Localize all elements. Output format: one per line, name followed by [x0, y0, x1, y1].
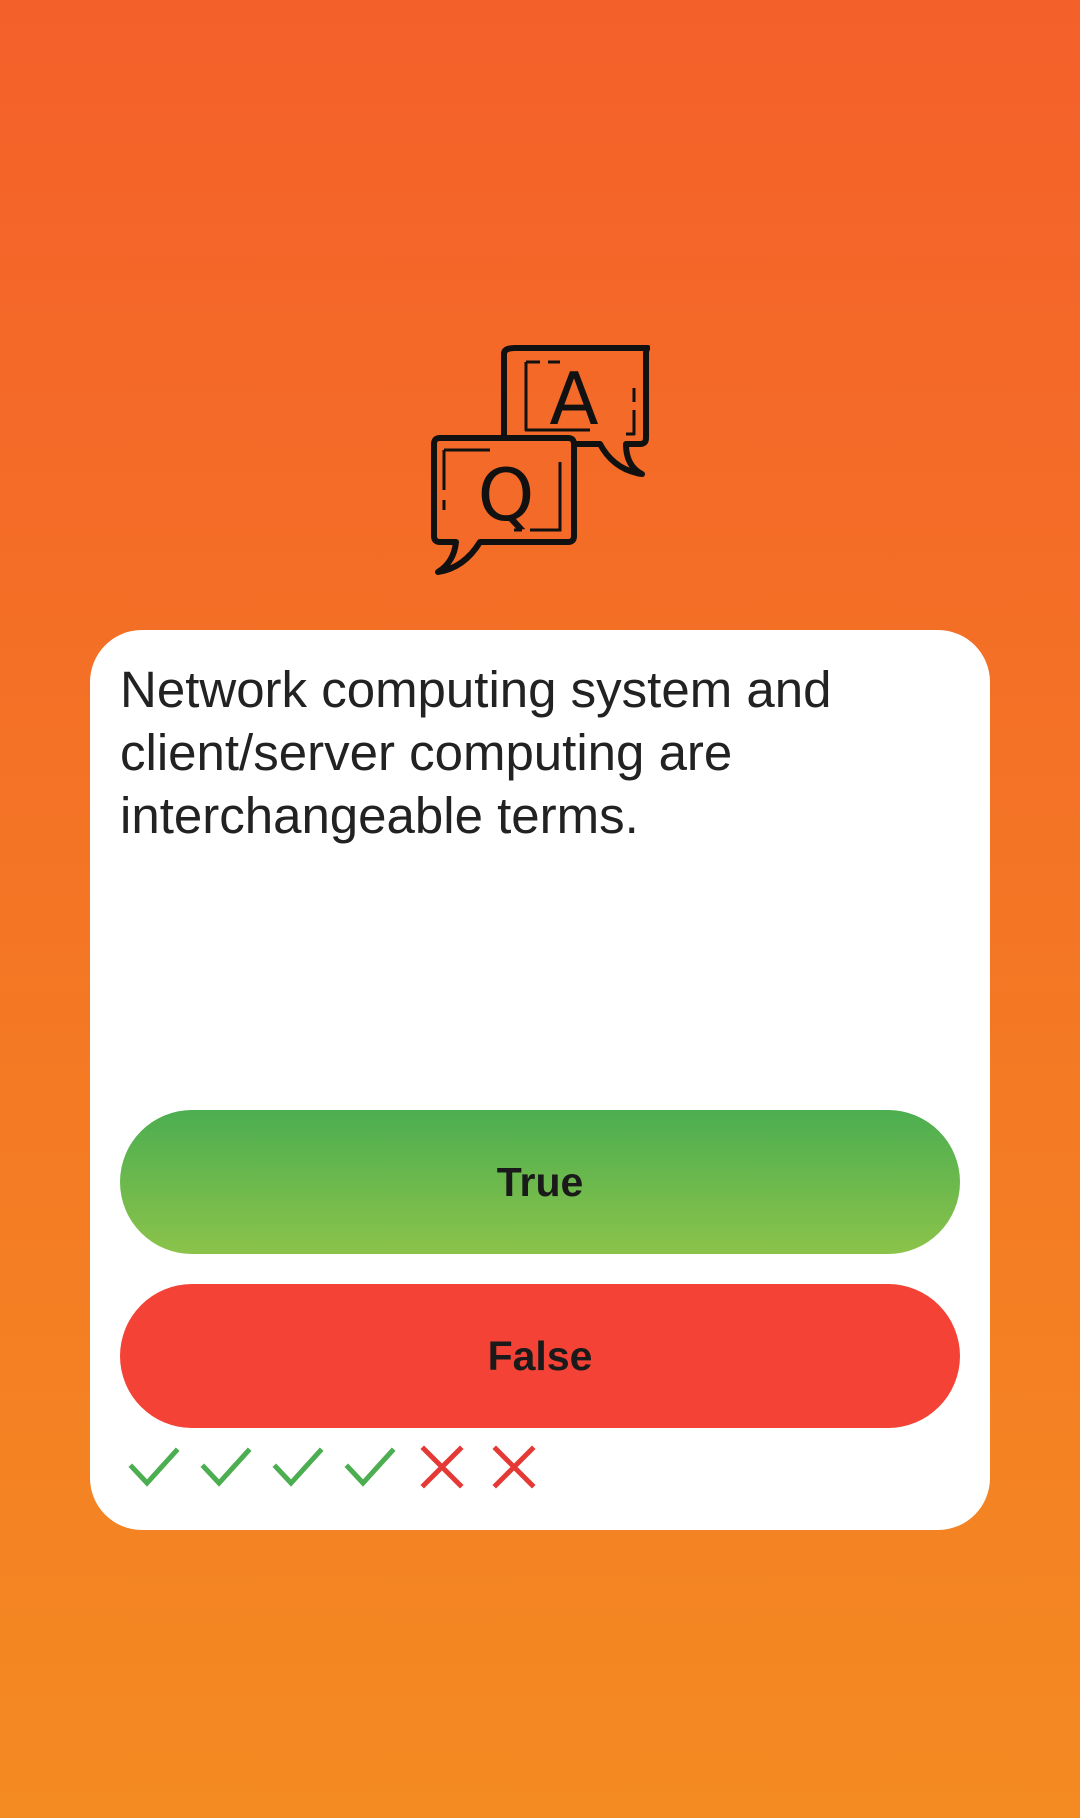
qa-speech-bubbles-icon: A Q [431, 345, 650, 575]
cross-icon [492, 1445, 536, 1489]
check-icon [128, 1447, 180, 1487]
check-icon [272, 1447, 324, 1487]
cross-icon [420, 1445, 464, 1489]
question-letter: Q [478, 453, 535, 537]
answer-history [128, 1443, 540, 1493]
false-button[interactable]: False [120, 1284, 960, 1428]
answer-letter: A [549, 357, 598, 441]
check-icon [344, 1447, 396, 1487]
true-button[interactable]: True [120, 1110, 960, 1254]
check-icon [200, 1447, 252, 1487]
question-card: Network computing system and client/serv… [90, 630, 990, 1530]
question-text: Network computing system and client/serv… [120, 661, 832, 844]
